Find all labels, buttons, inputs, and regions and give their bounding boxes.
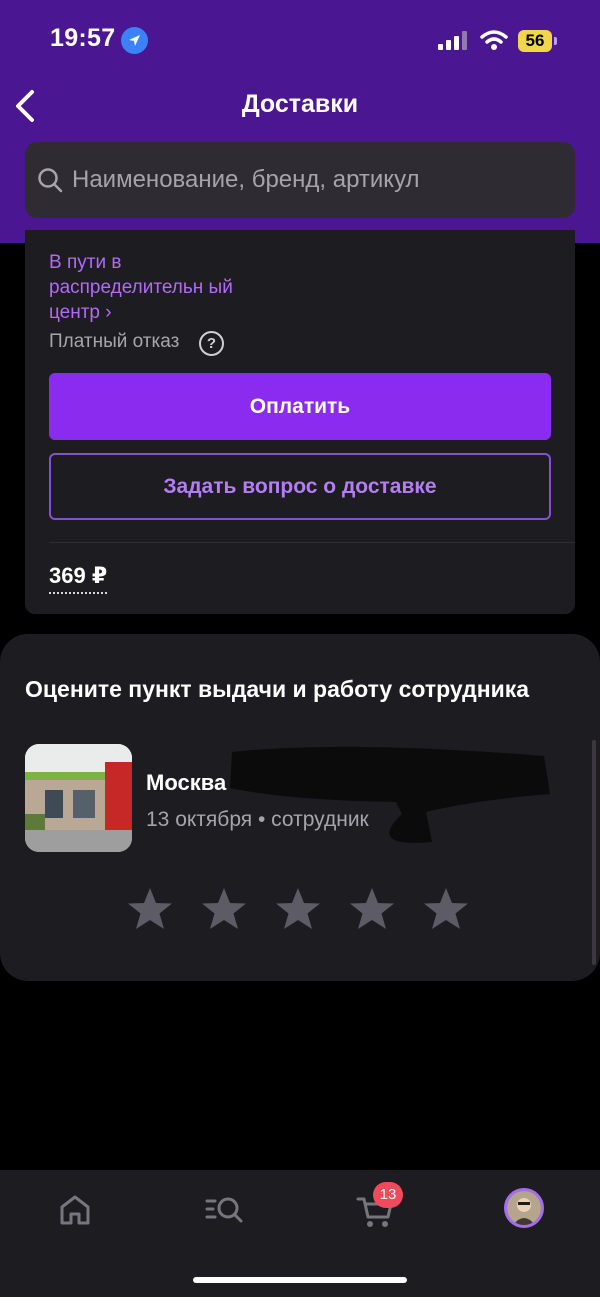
pickup-city: Москва [146, 770, 227, 795]
scrollbar[interactable] [592, 740, 596, 965]
star-icon[interactable] [199, 886, 249, 932]
delivery-card: В пути в распределительн ый центр › Плат… [25, 230, 575, 614]
battery-tip [554, 37, 557, 45]
help-question-icon[interactable]: ? [199, 331, 224, 356]
profile-avatar[interactable] [504, 1188, 544, 1228]
status-bar: 19:57 56 [0, 0, 600, 80]
rating-stars[interactable] [125, 886, 475, 936]
cellular-signal-icon [438, 31, 468, 50]
star-icon[interactable] [125, 886, 175, 932]
delivery-status-link[interactable]: В пути в распределительн ый центр › [49, 250, 249, 325]
pickup-point-photo [25, 744, 132, 852]
search-placeholder: Наименование, бренд, артикул [72, 166, 420, 193]
status-time: 19:57 [50, 24, 116, 52]
ask-delivery-question-button[interactable]: Задать вопрос о доставке [49, 453, 551, 520]
header: 19:57 56 Доставки Наименование, бренд, а… [0, 0, 600, 243]
paid-refusal-label: Платный отказ [49, 331, 180, 352]
home-icon[interactable] [53, 1188, 97, 1232]
rating-title: Оцените пункт выдачи и работу сотрудника [25, 676, 530, 702]
search-icon [37, 167, 63, 193]
catalog-search-icon[interactable] [203, 1188, 247, 1232]
location-arrow-icon [121, 27, 148, 54]
star-icon[interactable] [421, 886, 471, 932]
home-indicator [193, 1277, 407, 1283]
wifi-icon [480, 29, 508, 51]
search-input[interactable]: Наименование, бренд, артикул [25, 142, 575, 218]
pay-button[interactable]: Оплатить [49, 373, 551, 440]
price-label[interactable]: 369 ₽ [49, 563, 108, 594]
battery-indicator: 56 [518, 30, 552, 52]
page-title: Доставки [241, 90, 359, 118]
divider [49, 542, 575, 543]
star-icon[interactable] [273, 886, 323, 932]
rating-card: Оцените пункт выдачи и работу сотрудника… [0, 634, 600, 981]
redacted-address [226, 742, 556, 846]
cart-count-badge: 13 [373, 1182, 403, 1208]
star-icon[interactable] [347, 886, 397, 932]
